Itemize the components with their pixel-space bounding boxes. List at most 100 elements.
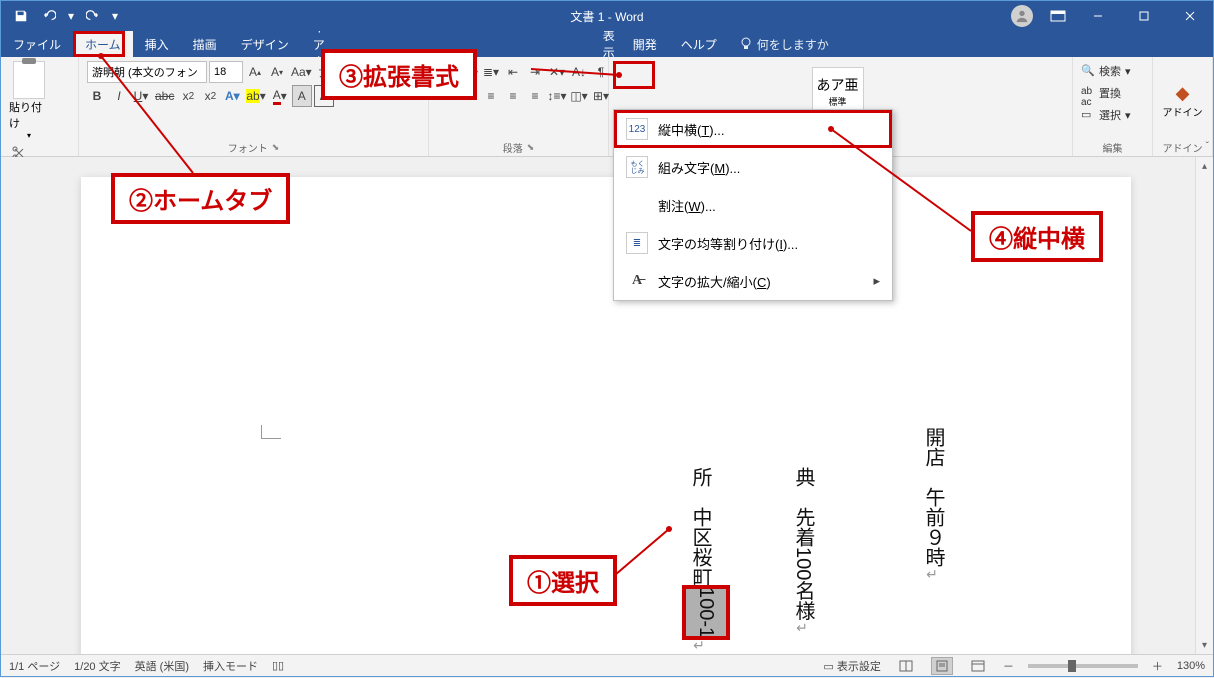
text-effects-button[interactable]: A▾: [222, 85, 242, 107]
annotation-4: ④縦中横: [971, 211, 1103, 262]
account-icon[interactable]: [1011, 5, 1033, 27]
status-mode[interactable]: 挿入モード: [203, 658, 258, 674]
undo-button[interactable]: [37, 4, 61, 28]
zoom-level[interactable]: 130%: [1177, 660, 1205, 672]
paragraph-launcher[interactable]: ⬊: [527, 142, 535, 153]
paragraph-group-label: 段落: [503, 140, 523, 155]
font-size-select[interactable]: 18: [209, 61, 243, 83]
macro-record-icon[interactable]: ▯▯: [272, 659, 284, 672]
line-spacing-button[interactable]: ↕≡▾: [547, 85, 567, 107]
status-language[interactable]: 英語 (米国): [135, 658, 189, 674]
minimize-button[interactable]: [1075, 1, 1121, 31]
paragraph-mark-icon: ↵: [925, 567, 941, 583]
tab-home[interactable]: ホーム: [73, 31, 133, 57]
menu-tatechuyoko[interactable]: 123 縦中横(T)...: [614, 110, 892, 148]
tell-me[interactable]: 何をしますか: [729, 31, 839, 57]
replace-button[interactable]: abac置換: [1081, 83, 1144, 103]
align-right-button[interactable]: ≡: [481, 85, 501, 107]
bold-button[interactable]: B: [87, 85, 107, 107]
tab-file[interactable]: ファイル: [1, 31, 73, 57]
paragraph-mark-icon: ↵: [692, 638, 708, 654]
tab-draw[interactable]: 描画: [181, 31, 229, 57]
web-layout-button[interactable]: [967, 657, 989, 675]
ribbon: 貼り付け ▾ クリップボード⬊ 游明朝 (本文のフォン 18 A▴ A▾ Aa▾…: [1, 57, 1213, 157]
title-bar: ▾ ▾ 文書 1 - Word: [1, 1, 1213, 31]
zoom-thumb[interactable]: [1068, 660, 1076, 672]
text-column-2[interactable]: 典 先着100名様↵: [781, 467, 825, 636]
sort-button[interactable]: A↓: [569, 61, 589, 83]
undo-dropdown[interactable]: ▾: [65, 4, 77, 28]
addins-button[interactable]: ◆ アドイン: [1163, 83, 1203, 119]
char-shading-button[interactable]: A: [292, 85, 312, 107]
print-layout-button[interactable]: [931, 657, 953, 675]
scroll-up-button[interactable]: ▴: [1196, 157, 1213, 175]
tell-me-label: 何をしますか: [757, 36, 829, 53]
italic-button[interactable]: I: [109, 85, 129, 107]
annotation-3: ③拡張書式: [321, 49, 477, 100]
highlight-button[interactable]: ab▾: [244, 85, 267, 107]
tab-view[interactable]: 表示: [591, 31, 621, 57]
tab-developer[interactable]: 開発: [621, 31, 669, 57]
menu-combine[interactable]: くみもじ 組み文字(M)...: [614, 148, 892, 186]
menu-distribute[interactable]: ≣ 文字の均等割り付け(I)...: [614, 224, 892, 262]
status-words[interactable]: 1/20 文字: [74, 658, 120, 674]
menu-scale[interactable]: A̶ 文字の拡大/縮小(C) ▸: [614, 262, 892, 300]
distributed-button[interactable]: ≡: [525, 85, 545, 107]
font-launcher[interactable]: ⬊: [272, 142, 280, 153]
decrease-indent-button[interactable]: ⇤: [503, 61, 523, 83]
zoom-in-button[interactable]: ＋: [1152, 658, 1163, 674]
asian-layout-menu: 123 縦中横(T)... くみもじ 組み文字(M)... 割注(W)... ≣…: [613, 109, 893, 301]
multilevel-button[interactable]: ≣▾: [481, 61, 501, 83]
maximize-button[interactable]: [1121, 1, 1167, 31]
window-title: 文書 1 - Word: [570, 8, 643, 25]
text-column-3[interactable]: 開店 午前９時↵: [911, 427, 955, 583]
addins-group-label: アドイン: [1161, 140, 1204, 154]
ribbon-tabs: ファイル ホーム 挿入 描画 デザイン レイアウト 表示 開発 ヘルプ 何をしま…: [1, 31, 1213, 57]
shading-button[interactable]: ◫▾: [569, 85, 589, 107]
qat-customize[interactable]: ▾: [109, 4, 121, 28]
tatechuyoko-icon: 123: [626, 118, 648, 140]
select-button[interactable]: ▭選択▾: [1081, 105, 1144, 125]
tab-insert[interactable]: 挿入: [133, 31, 181, 57]
redo-button[interactable]: [81, 4, 105, 28]
shrink-font-button[interactable]: A▾: [267, 61, 287, 83]
group-addins: ◆ アドイン アドイン: [1153, 57, 1213, 156]
vertical-scrollbar[interactable]: ▴ ▾: [1195, 157, 1213, 654]
distribute-icon: ≣: [626, 232, 648, 254]
close-button[interactable]: [1167, 1, 1213, 31]
strike-button[interactable]: abc: [153, 85, 176, 107]
ribbon-display-options-icon[interactable]: [1043, 4, 1073, 28]
tab-design[interactable]: デザイン: [229, 31, 301, 57]
annotation-2: ②ホームタブ: [111, 173, 290, 224]
paste-button[interactable]: 貼り付け ▾: [9, 61, 49, 140]
scroll-down-button[interactable]: ▾: [1196, 636, 1213, 654]
display-settings[interactable]: ▭ 表示設定: [823, 658, 880, 674]
read-mode-button[interactable]: [895, 657, 917, 675]
collapse-ribbon-button[interactable]: ˇ: [1206, 141, 1209, 152]
tab-help[interactable]: ヘルプ: [669, 31, 729, 57]
font-color-button[interactable]: A▾: [270, 85, 290, 107]
change-case-button[interactable]: Aa▾: [289, 61, 314, 83]
text-column-1[interactable]: 所 中区桜町100-1↵: [678, 467, 728, 654]
increase-indent-button[interactable]: ⇥: [525, 61, 545, 83]
selected-text[interactable]: 100-1: [684, 587, 728, 638]
zoom-out-button[interactable]: －: [1003, 658, 1014, 674]
font-group-label: フォント: [228, 140, 268, 155]
font-name-select[interactable]: 游明朝 (本文のフォン: [87, 61, 207, 83]
subscript-button[interactable]: x2: [178, 85, 198, 107]
menu-warichu[interactable]: 割注(W)...: [614, 186, 892, 224]
asian-layout-button[interactable]: ✕▾: [547, 61, 567, 83]
grow-font-button[interactable]: A▴: [245, 61, 265, 83]
superscript-button[interactable]: x2: [200, 85, 220, 107]
style-normal[interactable]: あア亜 標準: [812, 67, 864, 115]
justify-button[interactable]: ≡: [503, 85, 523, 107]
underline-button[interactable]: U▾: [131, 85, 151, 107]
borders-button[interactable]: ⊞▾: [591, 85, 611, 107]
submenu-arrow-icon: ▸: [873, 273, 880, 289]
status-page[interactable]: 1/1 ページ: [9, 658, 60, 674]
find-button[interactable]: 🔍検索▾: [1081, 61, 1144, 81]
save-button[interactable]: [9, 4, 33, 28]
show-marks-button[interactable]: ¶: [591, 61, 611, 83]
scroll-track[interactable]: [1196, 175, 1213, 636]
zoom-slider[interactable]: [1028, 664, 1138, 668]
